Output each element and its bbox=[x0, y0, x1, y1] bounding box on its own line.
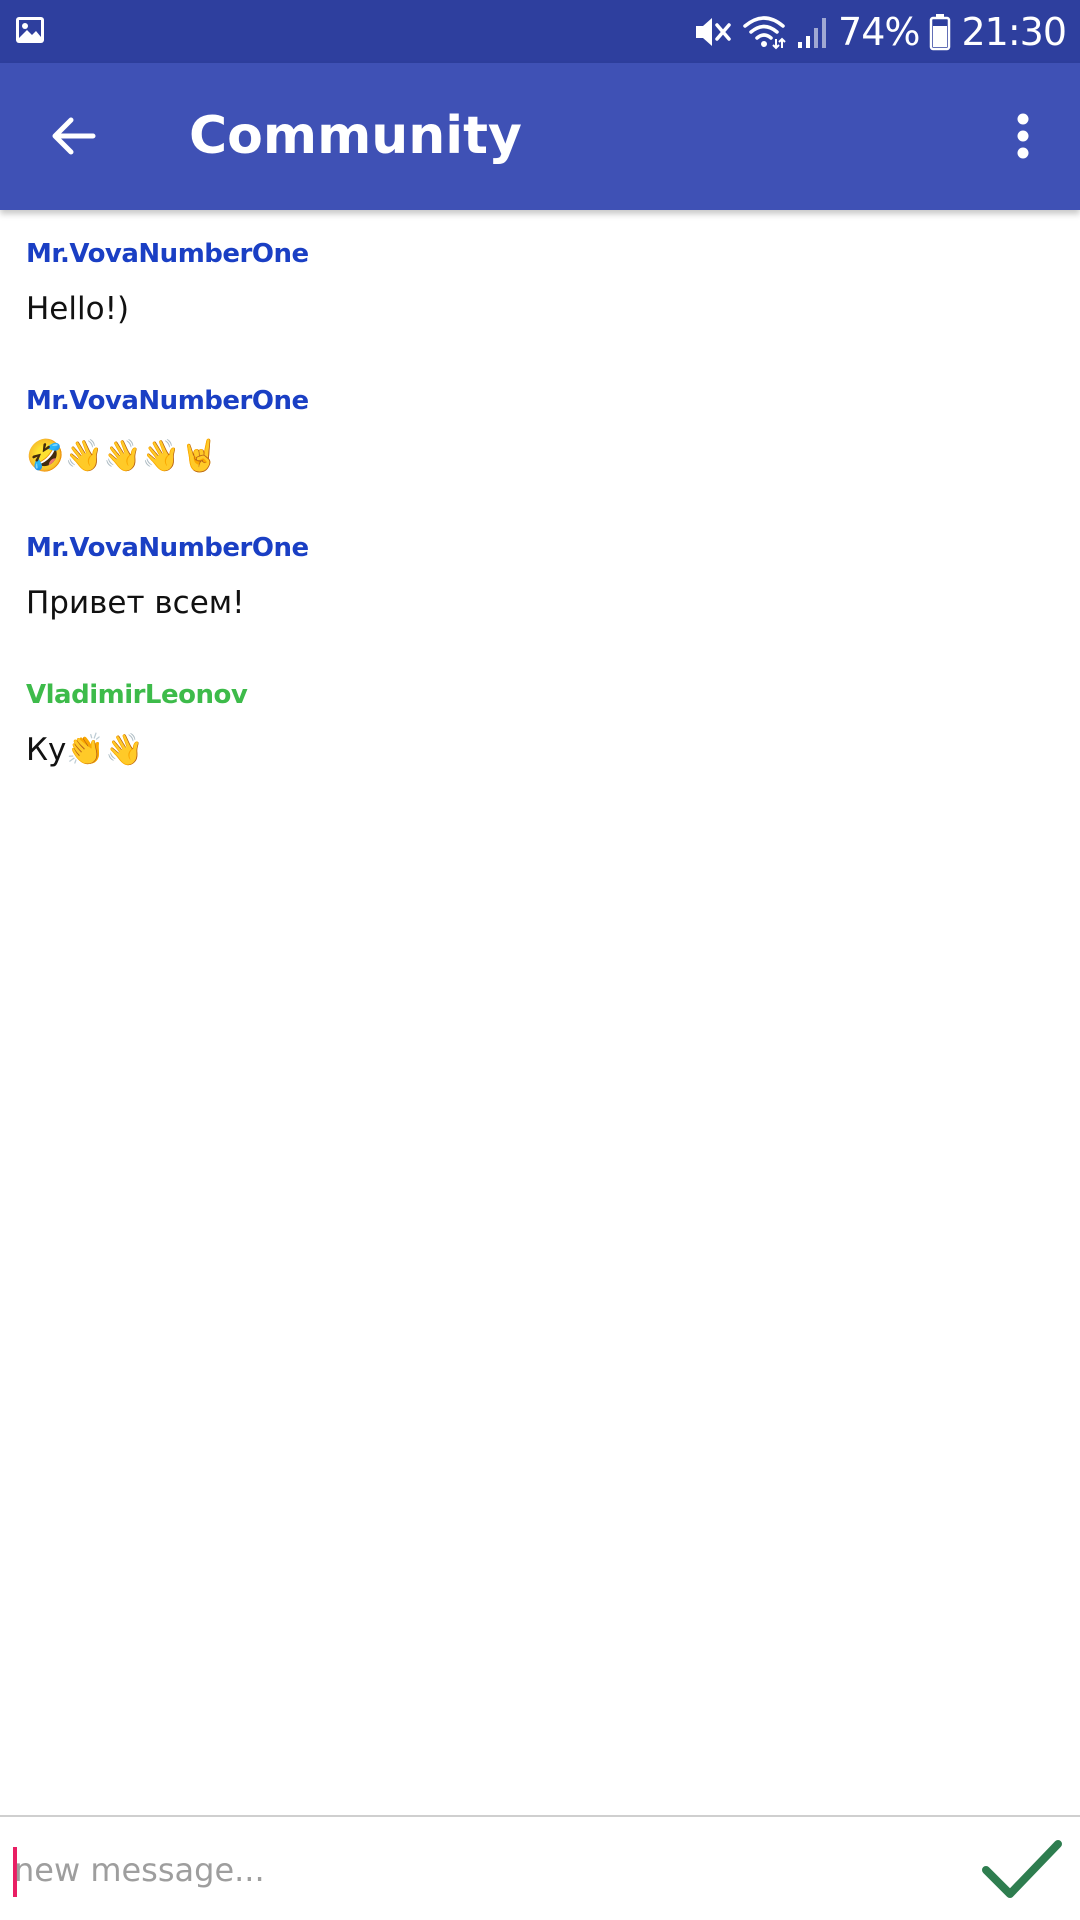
message-item[interactable]: VladimirLeonov Ку👏👋 bbox=[26, 675, 1056, 775]
status-bar: 74% 21:30 bbox=[0, 0, 1080, 63]
status-icons: 74% 21:30 bbox=[692, 0, 1067, 63]
message-item[interactable]: Mr.VovaNumberOne 🤣👋👋👋🤘 bbox=[26, 381, 1056, 481]
message-text: Привет всем! bbox=[26, 585, 245, 621]
page-title: Community bbox=[189, 106, 522, 166]
wifi-icon bbox=[742, 14, 786, 50]
more-vert-icon bbox=[1015, 112, 1031, 165]
message-author: VladimirLeonov bbox=[26, 680, 248, 710]
battery-percent: 74% bbox=[838, 9, 920, 54]
message-text: Hello!) bbox=[26, 291, 130, 327]
back-button[interactable] bbox=[38, 103, 108, 173]
arrow-back-icon bbox=[49, 112, 97, 165]
message-author: Mr.VovaNumberOne bbox=[26, 386, 309, 416]
message-item[interactable]: Mr.VovaNumberOne Hello!) bbox=[26, 234, 1056, 334]
signal-icon bbox=[796, 14, 828, 50]
battery-icon bbox=[929, 13, 951, 51]
mute-icon bbox=[692, 14, 732, 50]
message-input[interactable] bbox=[14, 1833, 964, 1907]
message-composer bbox=[0, 1815, 1080, 1920]
message-item[interactable]: Mr.VovaNumberOne Привет всем! bbox=[26, 528, 1056, 628]
message-text: Ку👏👋 bbox=[26, 732, 144, 768]
checkmark-send-icon bbox=[982, 1838, 1062, 1905]
message-author: Mr.VovaNumberOne bbox=[26, 533, 309, 563]
message-text: 🤣👋👋👋🤘 bbox=[26, 438, 219, 474]
app-bar: Community bbox=[0, 63, 1080, 210]
overflow-menu-button[interactable] bbox=[988, 103, 1058, 173]
clock: 21:30 bbox=[961, 9, 1067, 54]
message-author: Mr.VovaNumberOne bbox=[26, 239, 309, 269]
message-list[interactable]: Mr.VovaNumberOne Hello!) Mr.VovaNumberOn… bbox=[0, 210, 1080, 1815]
gallery-notification-icon bbox=[14, 14, 46, 46]
send-button[interactable] bbox=[974, 1831, 1070, 1911]
